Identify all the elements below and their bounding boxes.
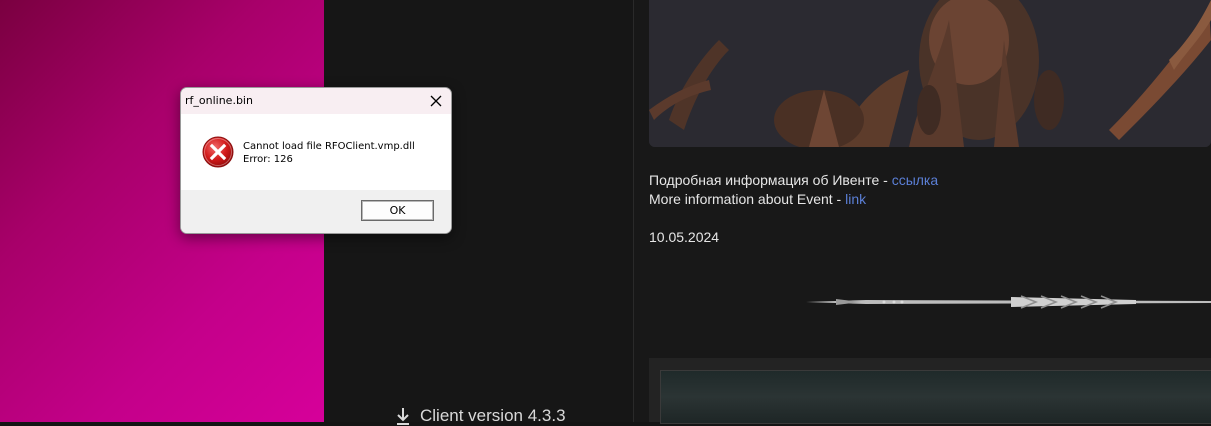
dialog-body: Cannot load file RFOClient.vmp.dll Error… <box>181 114 451 190</box>
dialog-message: Cannot load file RFOClient.vmp.dll Error… <box>243 140 415 166</box>
error-dialog: rf_online.bin Cannot load file RFOClient… <box>180 87 452 234</box>
error-icon <box>202 136 234 168</box>
news-date: 10.05.2024 <box>649 229 720 245</box>
news-ru-line: Подробная информация об Ивенте - ссылка <box>649 172 938 188</box>
client-version-button[interactable]: Client version 4.3.3 <box>396 406 566 426</box>
dialog-footer: OK <box>181 190 451 233</box>
close-icon <box>430 95 442 107</box>
close-button[interactable] <box>427 92 445 110</box>
dialog-message-line1: Cannot load file RFOClient.vmp.dll <box>243 141 415 152</box>
news-en-link[interactable]: link <box>845 191 866 207</box>
ok-button[interactable]: OK <box>361 200 434 221</box>
dialog-titlebar: rf_online.bin <box>181 88 451 114</box>
next-news-image <box>660 370 1211 424</box>
dialog-message-line2: Error: 126 <box>243 154 293 165</box>
divider-ornament <box>806 295 1211 309</box>
news-ru-text: Подробная информация об Ивенте - <box>649 172 892 188</box>
news-ru-link[interactable]: ссылка <box>892 172 938 188</box>
download-icon <box>397 408 409 425</box>
news-en-line: More information about Event - link <box>649 191 866 207</box>
client-version-label: Client version 4.3.3 <box>420 406 566 425</box>
dialog-title: rf_online.bin <box>185 94 253 107</box>
news-en-text: More information about Event - <box>649 191 846 207</box>
event-banner-image <box>649 0 1211 147</box>
